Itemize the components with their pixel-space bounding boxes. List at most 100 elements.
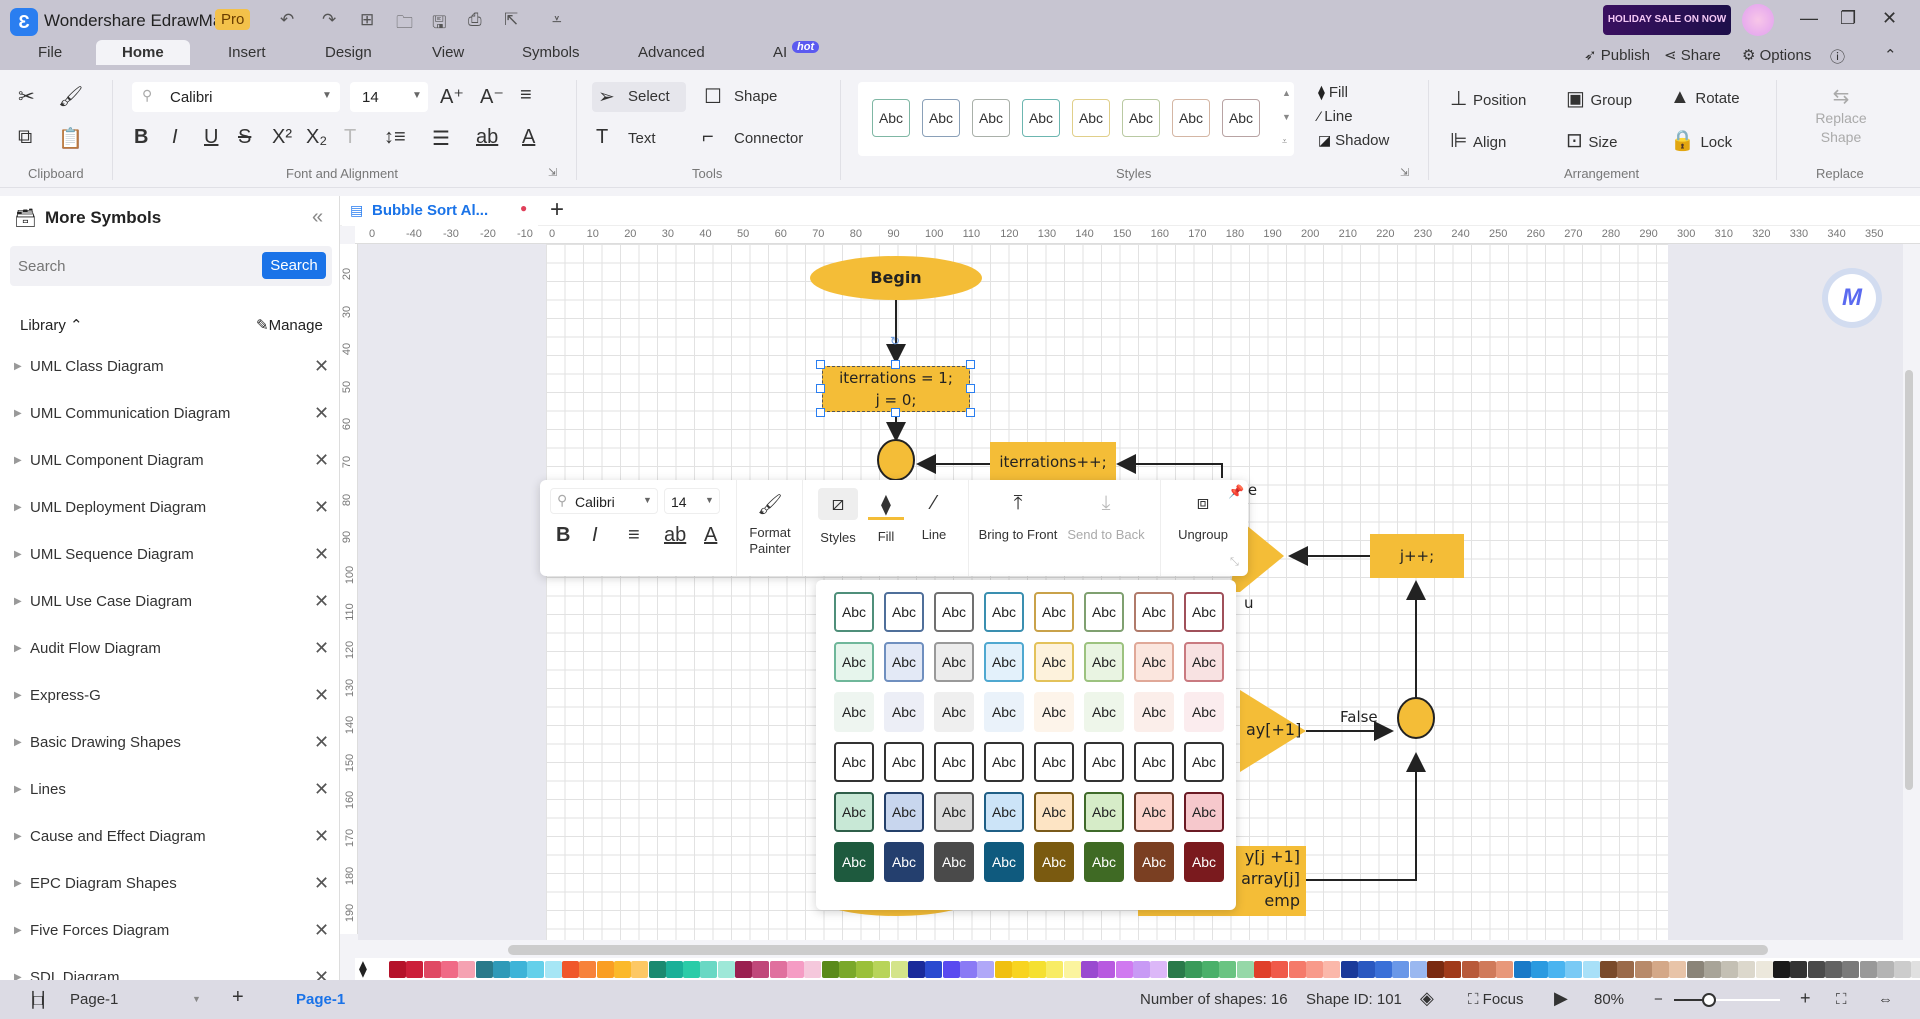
color-swatch[interactable]	[1703, 961, 1721, 978]
style-swatch[interactable]: Abc	[1184, 592, 1224, 632]
page-select[interactable]: Page-1 ▼	[70, 991, 201, 1008]
color-swatch[interactable]	[977, 961, 995, 978]
color-swatch[interactable]	[1773, 961, 1790, 978]
resize-handle[interactable]	[816, 384, 825, 393]
color-swatch[interactable]	[700, 961, 718, 978]
float-size-select[interactable]: 14 ▼	[664, 488, 720, 514]
style-swatch[interactable]: Abc	[1184, 792, 1224, 832]
style-swatch[interactable]: Abc	[1084, 742, 1124, 782]
color-swatch[interactable]	[1098, 961, 1116, 978]
resize-handle[interactable]	[816, 408, 825, 417]
style-swatch[interactable]: Abc	[1034, 842, 1074, 882]
color-swatch[interactable]	[994, 961, 1012, 978]
style-swatch[interactable]: Abc	[834, 842, 874, 882]
pin-icon[interactable]: 📌	[1228, 484, 1244, 500]
format-painter-button[interactable]: 🖌 Format Painter	[744, 492, 796, 557]
style-swatch[interactable]: Abc	[984, 842, 1024, 882]
color-swatch[interactable]	[1461, 961, 1479, 978]
style-swatch[interactable]: Abc	[1134, 792, 1174, 832]
style-swatch[interactable]: Abc	[834, 792, 874, 832]
color-swatch[interactable]	[1063, 961, 1081, 978]
color-swatch[interactable]	[613, 961, 631, 978]
add-page-icon[interactable]: +	[232, 986, 244, 1009]
color-swatch[interactable]	[717, 961, 735, 978]
color-swatch[interactable]	[873, 961, 891, 978]
color-swatch[interactable]	[1478, 961, 1496, 978]
color-swatch[interactable]	[1444, 961, 1462, 978]
style-swatch[interactable]: Abc	[984, 792, 1024, 832]
vertical-scrollbar[interactable]	[1905, 370, 1913, 790]
bold-icon[interactable]: B	[556, 524, 570, 547]
color-swatch[interactable]	[579, 961, 597, 978]
color-swatch[interactable]	[769, 961, 787, 978]
style-swatch[interactable]: Abc	[1184, 642, 1224, 682]
style-swatch[interactable]: Abc	[1184, 742, 1224, 782]
float-font-select[interactable]: ⚲ Calibri ▼	[550, 488, 658, 514]
play-icon[interactable]: ▶	[1554, 988, 1568, 1009]
resize-handle[interactable]	[966, 384, 975, 393]
color-swatch[interactable]	[1132, 961, 1150, 978]
color-swatch[interactable]	[1288, 961, 1306, 978]
style-swatch[interactable]: Abc	[884, 742, 924, 782]
j-increment-node[interactable]: j++;	[1370, 534, 1464, 578]
style-swatch[interactable]: Abc	[884, 842, 924, 882]
style-swatch[interactable]: Abc	[934, 642, 974, 682]
color-swatch[interactable]	[1496, 961, 1514, 978]
color-swatch[interactable]	[492, 961, 510, 978]
color-swatch[interactable]	[925, 961, 943, 978]
page-tab[interactable]: Page-1	[296, 991, 345, 1008]
color-swatch[interactable]	[1340, 961, 1358, 978]
color-swatch[interactable]	[631, 961, 649, 978]
style-swatch[interactable]: Abc	[1134, 742, 1174, 782]
color-swatch[interactable]	[908, 961, 925, 978]
color-swatch[interactable]	[1375, 961, 1393, 978]
color-swatch[interactable]	[683, 961, 701, 978]
color-swatch[interactable]	[1081, 961, 1098, 978]
style-swatch[interactable]: Abc	[834, 692, 874, 732]
color-swatch[interactable]	[735, 961, 752, 978]
style-swatch[interactable]: Abc	[884, 642, 924, 682]
style-swatch[interactable]: Abc	[834, 642, 874, 682]
fit-width-icon[interactable]: ⇔	[1878, 991, 1893, 1008]
style-swatch[interactable]: Abc	[1184, 842, 1224, 882]
begin-node[interactable]: Begin	[810, 256, 982, 300]
color-swatch[interactable]	[665, 961, 683, 978]
style-swatch[interactable]: Abc	[934, 842, 974, 882]
color-swatch[interactable]	[1842, 961, 1860, 978]
color-swatch[interactable]	[1254, 961, 1271, 978]
color-swatch[interactable]	[1357, 961, 1375, 978]
selection-handles[interactable]	[816, 360, 975, 417]
style-swatch[interactable]: Abc	[934, 742, 974, 782]
highlight-icon[interactable]: ab	[664, 524, 686, 547]
color-swatch[interactable]	[1876, 961, 1894, 978]
style-swatch[interactable]: Abc	[984, 592, 1024, 632]
color-swatch[interactable]	[1202, 961, 1220, 978]
color-swatch[interactable]	[1651, 961, 1669, 978]
color-swatch[interactable]	[1150, 961, 1168, 978]
resize-handle[interactable]	[891, 408, 900, 417]
color-swatch[interactable]	[1755, 961, 1773, 978]
color-swatch[interactable]	[1669, 961, 1687, 978]
layers-icon[interactable]: ◈	[1420, 988, 1434, 1009]
color-swatch[interactable]	[804, 961, 822, 978]
color-swatch[interactable]	[1513, 961, 1531, 978]
color-swatch[interactable]	[1167, 961, 1185, 978]
color-swatch[interactable]	[1721, 961, 1739, 978]
font-color-icon[interactable]: A	[704, 524, 717, 547]
color-swatch[interactable]	[1392, 961, 1410, 978]
style-swatch[interactable]: Abc	[984, 692, 1024, 732]
color-swatch[interactable]	[1115, 961, 1133, 978]
zoom-out-icon[interactable]: −	[1654, 991, 1663, 1008]
color-swatch[interactable]	[1046, 961, 1064, 978]
fit-page-icon[interactable]: ⛶	[1836, 991, 1847, 1008]
merge-node-2[interactable]	[1397, 697, 1435, 739]
styles-button[interactable]: ⧄ Styles	[818, 488, 858, 568]
color-swatch[interactable]	[1617, 961, 1635, 978]
style-swatch[interactable]: Abc	[1134, 692, 1174, 732]
resize-handle[interactable]	[891, 360, 900, 369]
style-swatch[interactable]: Abc	[984, 742, 1024, 782]
color-swatch[interactable]	[562, 961, 579, 978]
style-swatch[interactable]: Abc	[934, 692, 974, 732]
style-swatch[interactable]: Abc	[984, 642, 1024, 682]
style-swatch[interactable]: Abc	[1084, 642, 1124, 682]
